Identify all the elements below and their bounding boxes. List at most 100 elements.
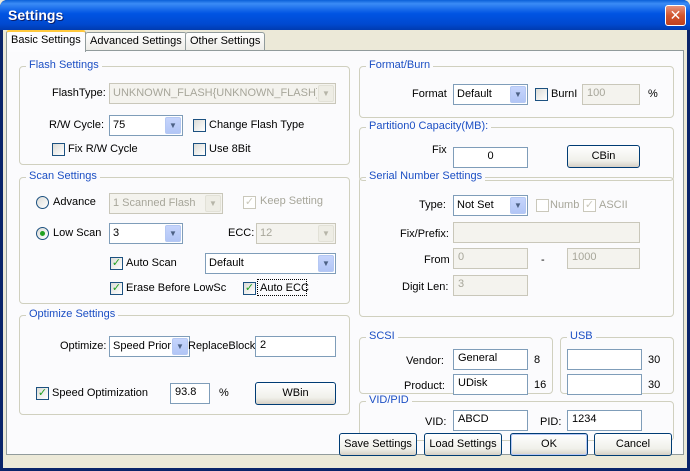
format-burn-title: Format/Burn (366, 59, 434, 71)
optimize-select[interactable]: Speed Priori ▼ (109, 336, 190, 357)
dialog-client: Basic Settings Advanced Settings Other S… (3, 30, 687, 468)
cancel-button[interactable]: Cancel (594, 433, 672, 456)
fix-rw-cycle-checkbox[interactable] (52, 143, 65, 156)
optimize-label: Optimize: (60, 340, 107, 352)
erase-before-lowscan-label: Erase Before LowSc (126, 282, 227, 294)
usb-field-2-input[interactable] (567, 374, 642, 395)
chevron-down-icon: ▼ (165, 117, 181, 134)
settings-window: Settings ✕ Basic Settings Advanced Setti… (0, 0, 690, 471)
chevron-down-icon: ▼ (172, 338, 188, 355)
fix-rw-cycle-label: Fix R/W Cycle (68, 143, 138, 155)
optimize-value: Speed Priori (113, 340, 171, 352)
numb-label: Numb (550, 199, 580, 211)
auto-scan-value: Default (209, 257, 244, 269)
usb-field-1-input[interactable] (567, 349, 642, 370)
advance-select[interactable]: 1 Scanned Flash ▼ (109, 193, 223, 214)
advance-label: Advance (53, 196, 96, 208)
basic-settings-panel: Flash Settings FlashType: UNKNOWN_FLASH{… (6, 50, 684, 455)
use-8bit-checkbox[interactable] (193, 143, 206, 156)
use-8bit-label: Use 8Bit (209, 143, 251, 155)
serial-type-select[interactable]: Not Set ▼ (453, 195, 528, 216)
flash-settings-group: Flash Settings FlashType: UNKNOWN_FLASH{… (19, 59, 350, 165)
keep-setting-checkbox[interactable]: ✓ (243, 196, 256, 209)
ok-button[interactable]: OK (510, 433, 588, 456)
scsi-group: SCSI Vendor: General 8 Product: UDisk 16 (359, 330, 553, 395)
advance-radio[interactable] (36, 196, 49, 209)
fix-prefix-label: Fix/Prefix: (400, 228, 449, 240)
ecc-value: 12 (260, 227, 273, 239)
save-settings-button[interactable]: Save Settings (339, 433, 417, 456)
burni-label: BurnI (551, 88, 578, 100)
wbin-button[interactable]: WBin (255, 382, 336, 405)
usb-title: USB (567, 330, 596, 342)
product-input[interactable]: UDisk (453, 374, 528, 395)
serial-number-group: Serial Number Settings Type: Not Set ▼ N… (359, 170, 674, 317)
advance-value: 1 Scanned Flash (113, 197, 196, 209)
product-label: Product: (404, 380, 445, 392)
chevron-down-icon: ▼ (318, 85, 334, 102)
chevron-down-icon: ▼ (165, 225, 181, 242)
vid-label: VID: (425, 416, 447, 428)
speed-optimization-checkbox[interactable]: ✓ (36, 387, 49, 400)
flash-type-value: UNKNOWN_FLASH{UNKNOWN_FLASH} (113, 87, 317, 99)
partition-fix-input[interactable]: 0 (453, 147, 528, 168)
flash-type-label: FlashType: (52, 87, 106, 99)
cbin-button[interactable]: CBin (567, 145, 640, 168)
replace-block-input[interactable]: 2 (255, 336, 336, 357)
optimize-settings-title: Optimize Settings (26, 308, 119, 320)
ecc-select[interactable]: 12 ▼ (256, 223, 336, 244)
chevron-down-icon: ▼ (510, 86, 526, 103)
vid-input[interactable]: ABCD (453, 410, 528, 431)
replace-block-label: ReplaceBlock (188, 340, 256, 352)
flash-type-select[interactable]: UNKNOWN_FLASH{UNKNOWN_FLASH} ▼ (109, 83, 336, 104)
flash-settings-title: Flash Settings (26, 59, 102, 71)
pid-label: PID: (540, 416, 562, 428)
burni-input[interactable]: 100 (582, 84, 640, 105)
usb-field-2-length: 30 (648, 379, 661, 391)
usb-field-1-length: 30 (648, 354, 661, 366)
partition-capacity-title: Partition0 Capacity(MB): (366, 120, 492, 132)
auto-ecc-label: Auto ECC (260, 282, 309, 294)
numb-checkbox[interactable] (536, 199, 549, 212)
chevron-down-icon: ▼ (318, 225, 334, 242)
keep-setting-label: Keep Setting (260, 195, 323, 207)
tab-advanced-settings[interactable]: Advanced Settings (85, 32, 187, 51)
change-flash-type-label: Change Flash Type (209, 119, 305, 131)
serial-to-input[interactable]: 1000 (567, 248, 640, 269)
tab-other-settings[interactable]: Other Settings (185, 32, 266, 51)
digit-len-label: Digit Len: (402, 281, 449, 293)
burni-checkbox[interactable] (535, 88, 548, 101)
title-bar[interactable]: Settings ✕ (0, 0, 690, 30)
rw-cycle-select[interactable]: 75 ▼ (109, 115, 183, 136)
load-settings-button[interactable]: Load Settings (424, 433, 502, 456)
vendor-input[interactable]: General (453, 349, 528, 370)
digit-len-input[interactable]: 3 (453, 275, 528, 296)
serial-from-input[interactable]: 0 (453, 248, 528, 269)
ascii-checkbox[interactable]: ✓ (583, 199, 596, 212)
auto-ecc-checkbox[interactable]: ✓ (243, 282, 256, 295)
scan-settings-title: Scan Settings (26, 170, 100, 182)
ascii-label: ASCII (599, 199, 628, 211)
tab-basic-settings[interactable]: Basic Settings (6, 30, 86, 52)
ecc-label: ECC: (228, 227, 255, 239)
low-scan-radio[interactable] (36, 227, 49, 240)
format-burn-group: Format/Burn Format Default ▼ BurnI 100 % (359, 59, 674, 118)
change-flash-type-checkbox[interactable] (193, 119, 206, 132)
erase-before-lowscan-checkbox[interactable]: ✓ (110, 282, 123, 295)
vendor-length: 8 (534, 354, 541, 366)
auto-scan-checkbox[interactable]: ✓ (110, 257, 123, 270)
from-label: From (424, 254, 450, 266)
percent-label: % (219, 387, 229, 399)
auto-scan-label: Auto Scan (126, 257, 177, 269)
speed-optimization-label: Speed Optimization (52, 387, 148, 399)
speed-value-input[interactable]: 93.8 (170, 383, 210, 404)
format-select[interactable]: Default ▼ (453, 84, 528, 105)
scsi-title: SCSI (366, 330, 398, 342)
pid-input[interactable]: 1234 (567, 410, 642, 431)
auto-scan-select[interactable]: Default ▼ (205, 253, 336, 274)
scan-settings-group: Scan Settings Advance 1 Scanned Flash ▼ … (19, 170, 350, 304)
close-button[interactable]: ✕ (665, 5, 686, 26)
range-dash: - (541, 254, 545, 266)
low-scan-select[interactable]: 3 ▼ (109, 223, 183, 244)
fix-prefix-input[interactable] (453, 222, 640, 243)
